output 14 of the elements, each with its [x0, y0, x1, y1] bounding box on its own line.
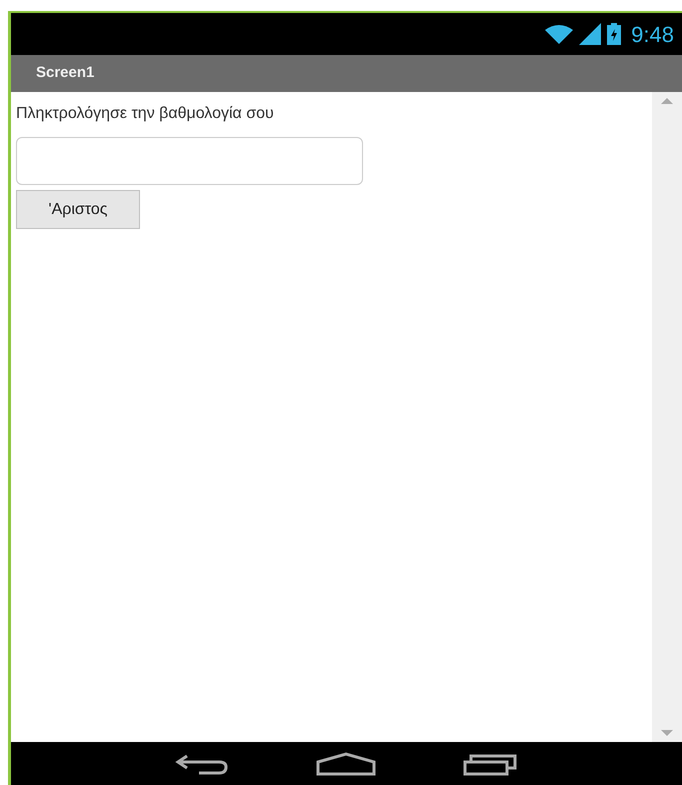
prompt-label: Πληκτρολόγησε την βαθμολογία σου — [16, 104, 274, 124]
clock-time: 9:48 — [631, 20, 674, 48]
input-field[interactable] — [16, 137, 363, 185]
battery-icon — [607, 23, 622, 45]
wifi-icon — [545, 24, 574, 44]
back-icon[interactable] — [174, 752, 228, 774]
scroll-down-icon[interactable] — [661, 730, 673, 738]
screen-title: Screen1 — [36, 63, 94, 84]
scrollbar[interactable] — [652, 92, 682, 742]
signal-icon — [579, 23, 602, 45]
scroll-up-icon[interactable] — [661, 96, 673, 104]
home-icon[interactable] — [316, 752, 376, 776]
recent-apps-icon[interactable] — [462, 752, 518, 776]
submit-button[interactable]: 'Αριστος — [16, 190, 140, 229]
